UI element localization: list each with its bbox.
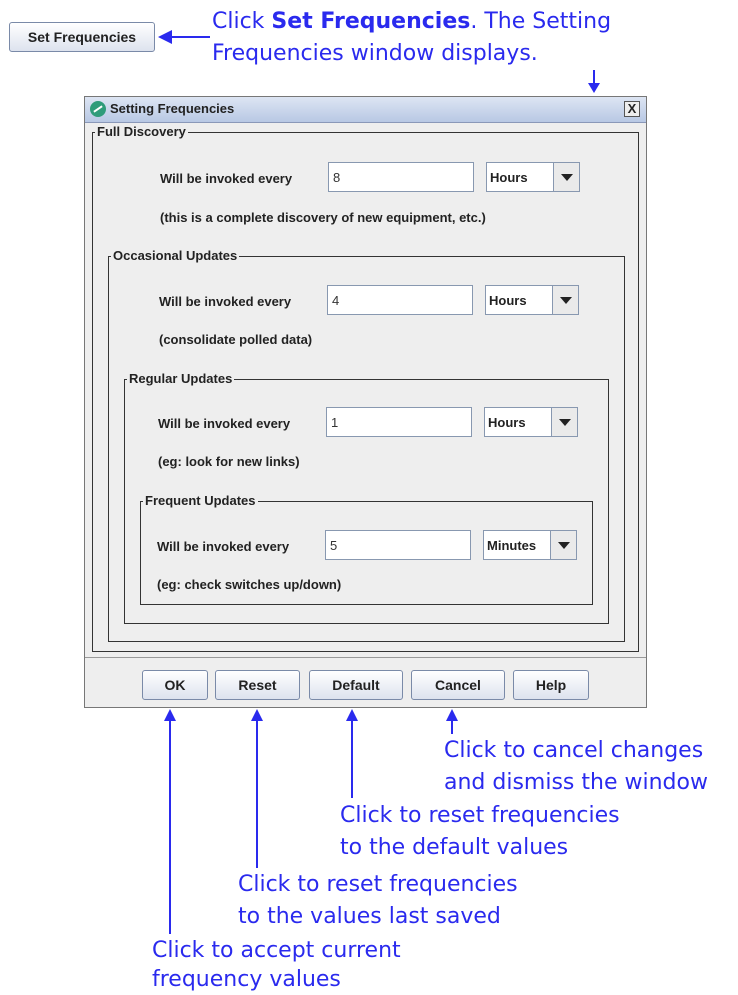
- invoke-label: Will be invoked every: [160, 171, 293, 186]
- frequent-updates-unit-select[interactable]: Minutes: [483, 530, 577, 560]
- regular-updates-note: (eg: look for new links): [158, 454, 300, 469]
- setting-frequencies-window: Setting Frequencies X Full Discovery Wil…: [84, 96, 647, 708]
- chevron-down-icon[interactable]: [550, 531, 576, 559]
- ok-button[interactable]: OK: [142, 670, 208, 700]
- unit-value: Minutes: [487, 538, 537, 553]
- group-frequent-updates: Frequent Updates Will be invoked every M…: [140, 493, 593, 605]
- chevron-down-icon[interactable]: [552, 286, 578, 314]
- frequent-updates-note: (eg: check switches up/down): [157, 577, 342, 592]
- group-full-discovery: Full Discovery Will be invoked every Hou…: [92, 124, 639, 652]
- default-button[interactable]: Default: [309, 670, 403, 700]
- group-title: Full Discovery: [95, 124, 188, 139]
- occasional-updates-unit-select[interactable]: Hours: [485, 285, 579, 315]
- group-title: Frequent Updates: [143, 493, 258, 508]
- default-arrow-line: [351, 720, 353, 798]
- cancel-arrow-line: [451, 720, 453, 734]
- invoke-label: Will be invoked every: [157, 539, 290, 554]
- chevron-down-icon[interactable]: [553, 163, 579, 191]
- unit-value: Hours: [489, 293, 527, 308]
- group-occasional-updates: Occasional Updates Will be invoked every…: [108, 248, 625, 642]
- reset-button[interactable]: Reset: [215, 670, 300, 700]
- app-icon: [90, 101, 106, 117]
- set-frequencies-button[interactable]: Set Frequencies: [9, 22, 155, 52]
- help-button[interactable]: Help: [513, 670, 589, 700]
- button-bar: OK Reset Default Cancel Help: [85, 657, 646, 708]
- group-title: Occasional Updates: [111, 248, 240, 263]
- group-regular-updates: Regular Updates Will be invoked every Ho…: [124, 371, 609, 624]
- top-annotation-line1: Click Set Frequencies. The Setting: [212, 9, 612, 34]
- ok-annotation-line2: frequency values: [152, 967, 341, 992]
- regular-updates-unit-select[interactable]: Hours: [484, 407, 578, 437]
- cancel-annotation-line1: Click to cancel changes: [444, 738, 704, 763]
- down-arrowhead-icon: [588, 83, 600, 93]
- reset-annotation-line2: to the values last saved: [238, 904, 501, 929]
- full-discovery-unit-select[interactable]: Hours: [486, 162, 580, 192]
- group-title: Regular Updates: [127, 371, 235, 386]
- window-titlebar: Setting Frequencies X: [85, 97, 646, 123]
- down-arrow-line: [593, 70, 595, 84]
- reset-arrow-line: [256, 720, 258, 868]
- chevron-down-icon[interactable]: [551, 408, 577, 436]
- top-annotation-line2: Frequencies window displays.: [212, 41, 538, 66]
- invoke-label: Will be invoked every: [159, 294, 292, 309]
- full-discovery-value-input[interactable]: [328, 162, 474, 192]
- occasional-updates-value-input[interactable]: [327, 285, 473, 315]
- cancel-annotation-line2: and dismiss the window: [444, 770, 708, 795]
- full-discovery-note: (this is a complete discovery of new equ…: [160, 210, 486, 225]
- unit-value: Hours: [490, 170, 528, 185]
- close-button[interactable]: X: [624, 101, 640, 117]
- ok-arrow-line: [169, 720, 171, 934]
- frequent-updates-value-input[interactable]: [325, 530, 471, 560]
- ok-annotation-line1: Click to accept current: [152, 938, 401, 963]
- regular-updates-value-input[interactable]: [326, 407, 472, 437]
- invoke-label: Will be invoked every: [158, 416, 291, 431]
- pointer-arrow-line: [170, 36, 210, 38]
- unit-value: Hours: [488, 415, 526, 430]
- default-annotation-line1: Click to reset frequencies: [340, 803, 620, 828]
- occasional-updates-note: (consolidate polled data): [159, 332, 313, 347]
- cancel-button[interactable]: Cancel: [411, 670, 505, 700]
- window-title: Setting Frequencies: [110, 101, 235, 116]
- reset-annotation-line1: Click to reset frequencies: [238, 872, 518, 897]
- default-annotation-line2: to the default values: [340, 835, 569, 860]
